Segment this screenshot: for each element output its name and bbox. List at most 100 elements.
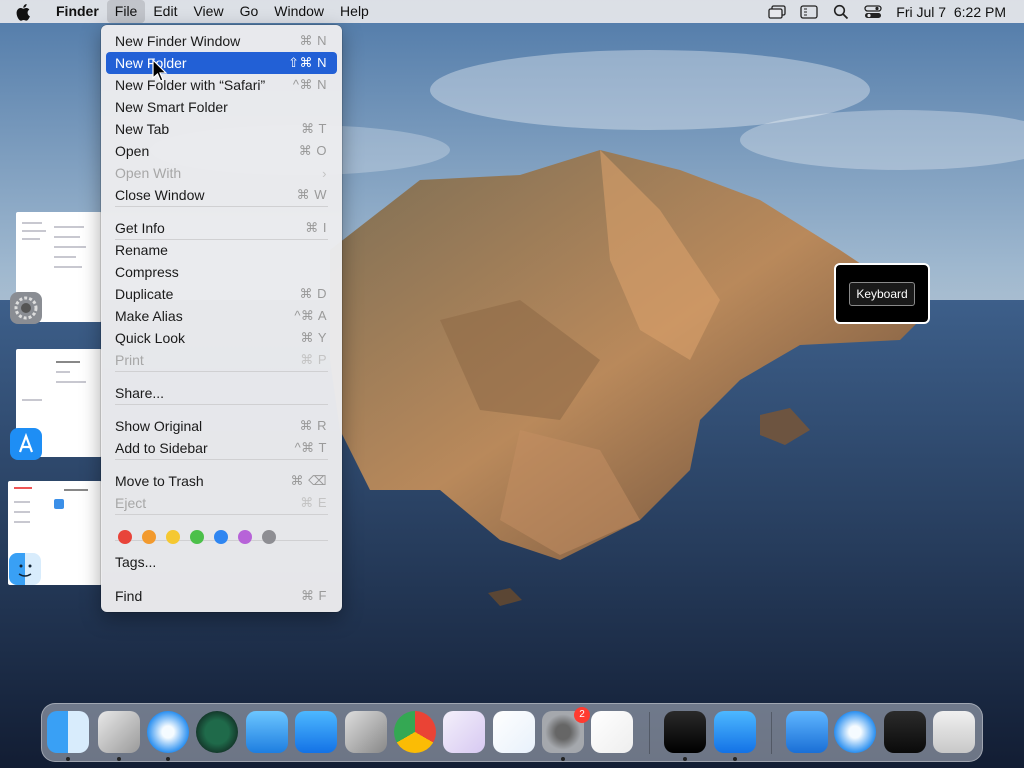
menubar-clock[interactable]: Fri Jul 7 6:22 PM bbox=[896, 4, 1006, 20]
menu-item-shortcut: ⇧⌘ N bbox=[288, 55, 327, 70]
menu-separator bbox=[115, 239, 328, 240]
menu-item-label: New Folder bbox=[115, 55, 187, 71]
vscode-icon[interactable] bbox=[493, 711, 535, 753]
chrome-icon[interactable] bbox=[394, 711, 436, 753]
menu-edit[interactable]: Edit bbox=[145, 0, 185, 23]
menu-item-compress[interactable]: Compress bbox=[106, 261, 337, 283]
menu-item-label: Show Original bbox=[115, 418, 203, 434]
menu-item-label: Compress bbox=[115, 264, 179, 280]
app-store-icon bbox=[10, 428, 42, 460]
menu-item-label: New Tab bbox=[115, 121, 170, 137]
menu-help[interactable]: Help bbox=[332, 0, 377, 23]
dock-separator bbox=[771, 712, 772, 754]
dock-separator bbox=[649, 712, 650, 754]
menu-go[interactable]: Go bbox=[232, 0, 267, 23]
menu-view[interactable]: View bbox=[185, 0, 231, 23]
tag-color-dot[interactable] bbox=[262, 530, 276, 544]
menu-item-get-info[interactable]: Get Info ⌘ I bbox=[106, 217, 337, 239]
keyboard-label[interactable]: Keyboard bbox=[849, 281, 915, 306]
menu-item-open[interactable]: Open ⌘ O bbox=[106, 140, 337, 162]
menu-item-new-folder[interactable]: New Folder ⇧⌘ N bbox=[106, 52, 337, 74]
menu-item-label: Quick Look bbox=[115, 330, 186, 346]
activity-monitor-icon[interactable] bbox=[884, 711, 926, 753]
running-indicator bbox=[66, 757, 70, 761]
tag-color-dot[interactable] bbox=[166, 530, 180, 544]
running-indicator bbox=[166, 757, 170, 761]
display-icon[interactable] bbox=[800, 4, 818, 19]
menu-item-find[interactable]: Find ⌘ F bbox=[106, 585, 337, 607]
trash-icon[interactable] bbox=[933, 711, 975, 753]
menu-item-quick-look[interactable]: Quick Look ⌘ Y bbox=[106, 327, 337, 349]
finder-icon[interactable] bbox=[47, 711, 89, 753]
terminal-icon[interactable] bbox=[664, 711, 706, 753]
menu-item-label: Move to Trash bbox=[115, 473, 204, 489]
menu-bar: Finder File Edit View Go Window Help Fri… bbox=[0, 0, 1024, 23]
apple-menu-icon[interactable] bbox=[16, 3, 38, 21]
menu-item-add-to-sidebar[interactable]: Add to Sidebar ^⌘ T bbox=[106, 437, 337, 459]
menu-item-shortcut: ⌘ Y bbox=[300, 330, 327, 345]
menu-item-eject: Eject ⌘ E bbox=[106, 492, 337, 514]
mouse-cursor-icon bbox=[152, 58, 168, 88]
menu-file[interactable]: File bbox=[106, 0, 146, 23]
menu-item-duplicate[interactable]: Duplicate ⌘ D bbox=[106, 283, 337, 305]
menu-item-shortcut: ⌘ E bbox=[300, 495, 327, 510]
menu-item-new-finder-window[interactable]: New Finder Window ⌘ N bbox=[106, 30, 337, 52]
tag-color-dot[interactable] bbox=[238, 530, 252, 544]
menu-item-new-folder-with-safari[interactable]: New Folder with “Safari” ^⌘ N bbox=[106, 74, 337, 96]
menu-item-tags[interactable]: Tags... bbox=[106, 551, 337, 573]
app-store-icon[interactable] bbox=[714, 711, 756, 753]
tag-color-dot[interactable] bbox=[190, 530, 204, 544]
visual-studio-icon[interactable] bbox=[443, 711, 485, 753]
menu-item-label: Close Window bbox=[115, 187, 205, 203]
time-machine-icon[interactable] bbox=[196, 711, 238, 753]
xcode-instruments-icon[interactable] bbox=[98, 711, 140, 753]
menu-item-label: New Smart Folder bbox=[115, 99, 228, 115]
launchpad-icon[interactable] bbox=[591, 711, 633, 753]
menu-item-shortcut: ⌘ O bbox=[298, 143, 327, 158]
menu-item-label: Duplicate bbox=[115, 286, 174, 302]
menu-item-label: Rename bbox=[115, 242, 168, 258]
menu-item-show-original[interactable]: Show Original ⌘ R bbox=[106, 415, 337, 437]
menu-item-shortcut: ⌘ D bbox=[299, 286, 327, 301]
safari-icon[interactable] bbox=[147, 711, 189, 753]
spotlight-search-icon[interactable] bbox=[832, 4, 850, 19]
menu-item-move-to-trash[interactable]: Move to Trash ⌘ ⌫ bbox=[106, 470, 337, 492]
menu-item-label: Eject bbox=[115, 495, 147, 511]
menu-separator bbox=[115, 404, 328, 405]
menu-item-label: New Finder Window bbox=[115, 33, 241, 49]
menu-item-label: Open With bbox=[115, 165, 182, 181]
tag-color-dot[interactable] bbox=[214, 530, 228, 544]
xcode-icon[interactable] bbox=[786, 711, 828, 753]
menu-item-shortcut: ⌘ I bbox=[305, 220, 327, 235]
menu-item-close-window[interactable]: Close Window ⌘ W bbox=[106, 184, 337, 206]
menu-item-print: Print ⌘ P bbox=[106, 349, 337, 371]
keyboard-viewer-popup[interactable]: Keyboard bbox=[834, 263, 930, 324]
tag-color-dot[interactable] bbox=[118, 530, 132, 544]
menu-item-label: Find bbox=[115, 588, 143, 604]
menu-window[interactable]: Window bbox=[266, 0, 332, 23]
system-preferences-icon[interactable]: 2 bbox=[542, 707, 590, 753]
dock: 2 bbox=[41, 703, 983, 762]
menu-item-label: Make Alias bbox=[115, 308, 183, 324]
screen-mirroring-icon[interactable] bbox=[768, 4, 786, 19]
menu-item-shortcut: ⌘ ⌫ bbox=[290, 473, 327, 488]
control-center-icon[interactable] bbox=[864, 4, 882, 19]
testflight-icon[interactable] bbox=[246, 711, 288, 753]
menu-item-share[interactable]: Share... bbox=[106, 382, 337, 404]
menu-item-label: Add to Sidebar bbox=[115, 440, 208, 456]
menu-item-shortcut: › bbox=[322, 165, 327, 181]
menu-item-shortcut: ⌘ N bbox=[299, 33, 327, 48]
menu-item-shortcut: ^⌘ T bbox=[294, 440, 327, 455]
menu-item-make-alias[interactable]: Make Alias ^⌘ A bbox=[106, 305, 337, 327]
file-menu: New Finder Window ⌘ N New Folder ⇧⌘ N New Fo… bbox=[101, 25, 342, 612]
app-store-icon[interactable] bbox=[295, 711, 337, 753]
menu-separator bbox=[115, 371, 328, 372]
menu-item-new-smart-folder[interactable]: New Smart Folder bbox=[106, 96, 337, 118]
menu-item-rename[interactable]: Rename bbox=[106, 239, 337, 261]
menu-item-shortcut: ⌘ T bbox=[301, 121, 327, 136]
safari-icon[interactable] bbox=[834, 711, 876, 753]
menu-item-new-tab[interactable]: New Tab ⌘ T bbox=[106, 118, 337, 140]
automator-icon[interactable] bbox=[345, 711, 387, 753]
tag-color-dot[interactable] bbox=[142, 530, 156, 544]
menu-app-finder[interactable]: Finder bbox=[48, 0, 107, 23]
